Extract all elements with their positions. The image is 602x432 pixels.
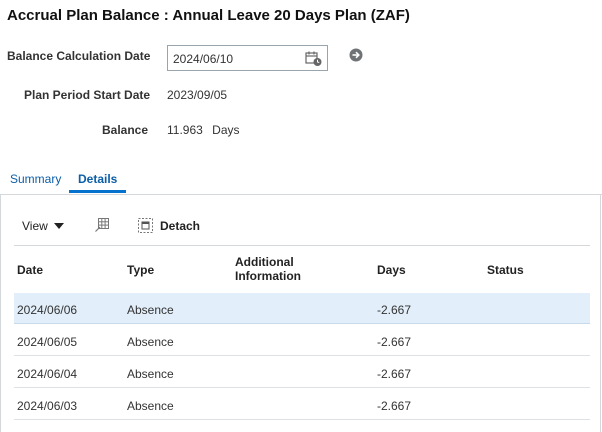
row-type: Absence xyxy=(127,303,174,317)
column-header-additional-information[interactable]: Additional Information xyxy=(235,255,325,283)
table-row[interactable]: 2024/06/04 Absence -2.667 xyxy=(14,357,590,388)
column-header-type[interactable]: Type xyxy=(127,263,154,277)
go-arrow-icon[interactable] xyxy=(349,48,363,62)
row-days: -2.667 xyxy=(377,335,412,349)
table-row[interactable]: 2024/06/06 Absence -2.667 xyxy=(14,293,590,324)
table-row[interactable]: 2024/06/03 Absence -2.667 xyxy=(14,389,590,420)
balance-calculation-date-input[interactable]: 2024/06/10 xyxy=(167,45,328,71)
row-date: 2024/06/06 xyxy=(17,303,78,317)
header-top-divider xyxy=(14,245,590,246)
row-date: 2024/06/05 xyxy=(17,335,78,349)
tab-selected-indicator xyxy=(69,190,126,193)
row-days: -2.667 xyxy=(377,399,412,413)
tab-details[interactable]: Details xyxy=(78,172,117,186)
freeze-columns-icon[interactable] xyxy=(94,217,110,233)
column-header-status[interactable]: Status xyxy=(487,263,524,277)
view-menu-label: View xyxy=(22,219,48,233)
balance-value: 11.963 Days xyxy=(167,123,240,137)
plan-period-start-date-label: Plan Period Start Date xyxy=(24,88,151,102)
view-menu-button[interactable]: View xyxy=(22,219,64,233)
row-type: Absence xyxy=(127,335,174,349)
balance-unit: Days xyxy=(212,123,240,137)
detach-button[interactable]: Detach xyxy=(160,219,200,233)
table-row[interactable]: 2024/06/05 Absence -2.667 xyxy=(14,325,590,356)
row-type: Absence xyxy=(127,399,174,413)
caret-down-icon xyxy=(53,223,64,229)
balance-calculation-date-label: Balance Calculation Date xyxy=(7,49,151,63)
detach-icon[interactable] xyxy=(138,218,153,233)
column-header-date[interactable]: Date xyxy=(17,263,43,277)
page-title: Accrual Plan Balance : Annual Leave 20 D… xyxy=(7,7,410,24)
balance-calculation-date-value[interactable]: 2024/06/10 xyxy=(173,52,233,66)
column-header-days[interactable]: Days xyxy=(377,263,406,277)
row-days: -2.667 xyxy=(377,303,412,317)
plan-period-start-date-value: 2023/09/05 xyxy=(167,88,228,102)
tab-summary[interactable]: Summary xyxy=(10,172,61,186)
row-date: 2024/06/04 xyxy=(17,367,78,381)
balance-label: Balance xyxy=(102,123,149,137)
calendar-icon[interactable] xyxy=(305,50,323,67)
row-type: Absence xyxy=(127,367,174,381)
row-days: -2.667 xyxy=(377,367,412,381)
balance-amount: 11.963 xyxy=(167,123,203,137)
row-date: 2024/06/03 xyxy=(17,399,78,413)
